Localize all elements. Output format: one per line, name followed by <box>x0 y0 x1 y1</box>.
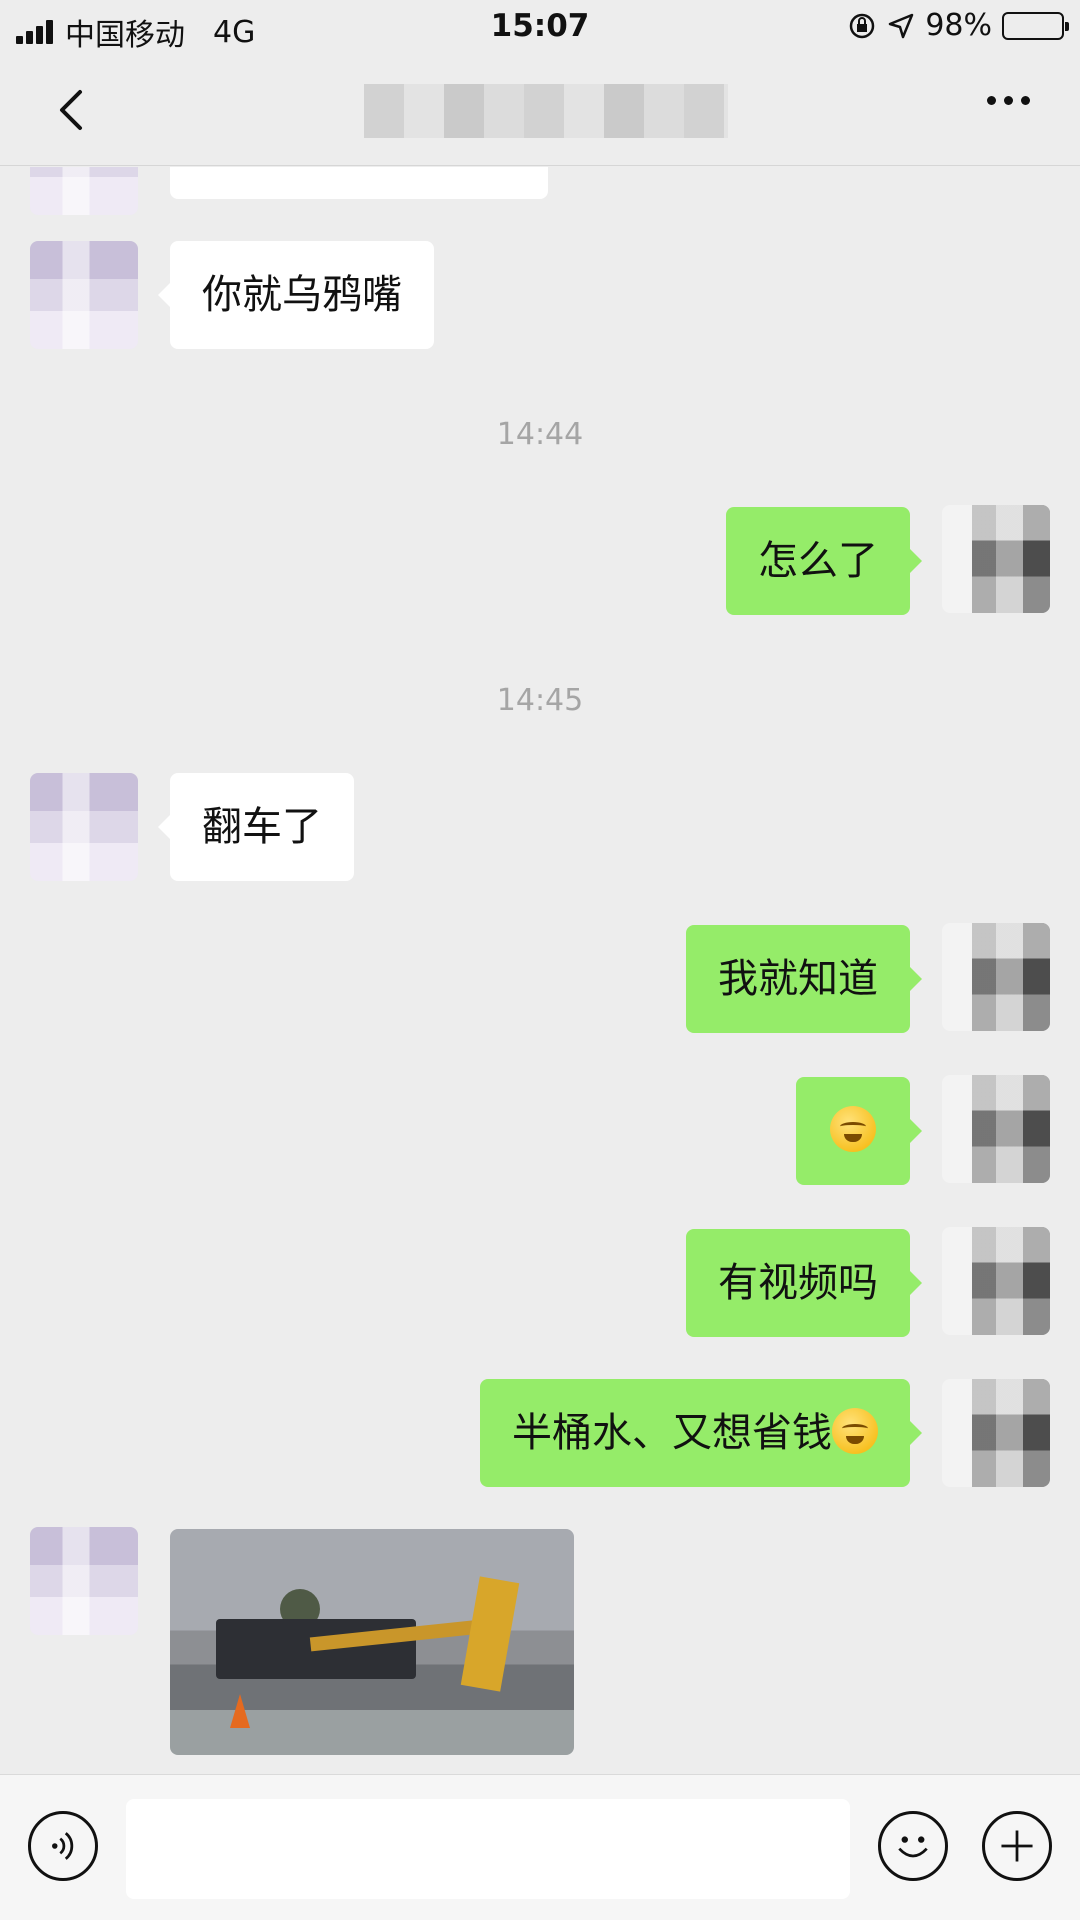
my-avatar[interactable] <box>942 1227 1050 1335</box>
my-avatar[interactable] <box>942 1379 1050 1487</box>
message-list[interactable]: 你就乌鸦嘴 14:44 怎么了 14:45 翻车了 我就知道 有视频吗 半桶水、… <box>0 167 1080 1774</box>
battery-icon <box>1002 11 1069 40</box>
chat-header <box>0 54 1080 166</box>
orientation-lock-icon <box>850 13 875 38</box>
back-button[interactable] <box>44 80 104 140</box>
status-bar: 中国移动 4G 15:07 98% <box>0 0 1080 54</box>
contact-avatar[interactable] <box>30 167 138 215</box>
chevron-left-icon <box>60 90 82 130</box>
my-avatar[interactable] <box>942 923 1050 1031</box>
plus-icon <box>1001 1830 1033 1862</box>
voice-button[interactable] <box>28 1811 98 1881</box>
contact-avatar[interactable] <box>30 773 138 881</box>
input-bar <box>0 1774 1080 1920</box>
smiley-icon <box>898 1836 928 1858</box>
more-functions-button[interactable] <box>982 1811 1052 1881</box>
message-bubble-outgoing[interactable]: 半桶水、又想省钱 <box>480 1379 922 1487</box>
timestamp: 14:44 <box>496 417 584 452</box>
message-bubble-incoming[interactable]: 翻车了 <box>158 773 354 881</box>
contact-avatar[interactable] <box>30 1527 138 1635</box>
sweat-smile-emoji <box>832 1408 878 1454</box>
timestamp: 14:45 <box>496 683 584 718</box>
message-bubble-incoming[interactable] <box>170 167 548 199</box>
message-input[interactable] <box>126 1799 850 1899</box>
image-message[interactable] <box>170 1529 574 1755</box>
contact-avatar[interactable] <box>30 241 138 349</box>
message-bubble-outgoing[interactable]: 怎么了 <box>726 507 922 615</box>
voice-icon <box>52 1832 74 1860</box>
more-dots-icon <box>987 96 996 105</box>
my-avatar[interactable] <box>942 1075 1050 1183</box>
crying-laughing-emoji <box>830 1106 876 1152</box>
my-avatar[interactable] <box>942 505 1050 613</box>
message-bubble-incoming[interactable]: 你就乌鸦嘴 <box>158 241 434 349</box>
emoji-button[interactable] <box>878 1811 948 1881</box>
chat-title-redacted <box>364 84 728 138</box>
battery-percent: 98% <box>925 8 992 43</box>
message-bubble-outgoing[interactable]: 有视频吗 <box>686 1229 922 1337</box>
message-text: 半桶水、又想省钱 <box>512 1410 832 1456</box>
location-icon <box>889 13 914 38</box>
message-bubble-outgoing[interactable] <box>796 1077 922 1185</box>
message-bubble-outgoing[interactable]: 我就知道 <box>686 925 922 1033</box>
more-button[interactable] <box>987 96 1030 105</box>
